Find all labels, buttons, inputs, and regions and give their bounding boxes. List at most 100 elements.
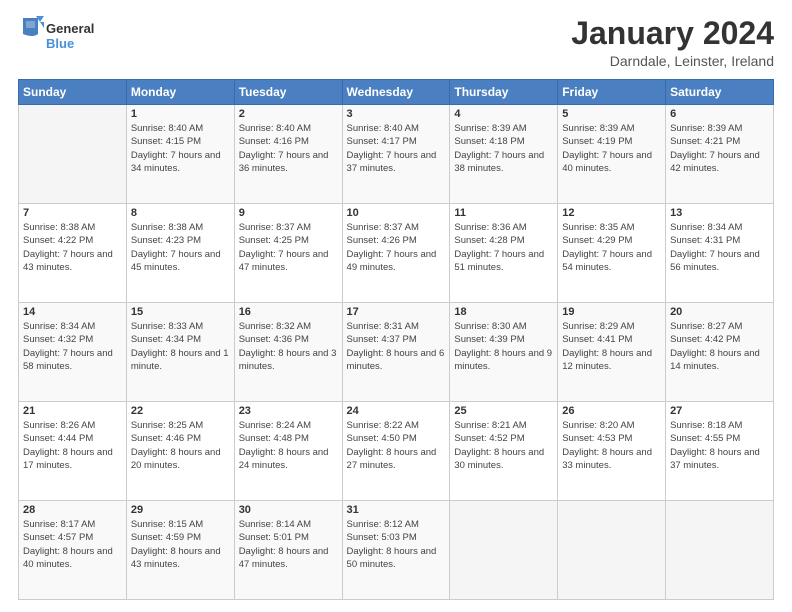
calendar-cell: 20 Sunrise: 8:27 AMSunset: 4:42 PMDaylig…	[666, 303, 774, 402]
day-number: 2	[239, 108, 338, 120]
day-number: 24	[347, 405, 446, 417]
calendar-cell: 19 Sunrise: 8:29 AMSunset: 4:41 PMDaylig…	[558, 303, 666, 402]
day-info: Sunrise: 8:21 AMSunset: 4:52 PMDaylight:…	[454, 420, 544, 471]
calendar-cell: 12 Sunrise: 8:35 AMSunset: 4:29 PMDaylig…	[558, 204, 666, 303]
calendar-table: Sunday Monday Tuesday Wednesday Thursday…	[18, 79, 774, 600]
day-number: 28	[23, 504, 122, 516]
day-number: 25	[454, 405, 553, 417]
calendar-cell: 22 Sunrise: 8:25 AMSunset: 4:46 PMDaylig…	[126, 402, 234, 501]
calendar-cell	[450, 501, 558, 600]
day-info: Sunrise: 8:37 AMSunset: 4:25 PMDaylight:…	[239, 222, 329, 273]
day-info: Sunrise: 8:37 AMSunset: 4:26 PMDaylight:…	[347, 222, 437, 273]
calendar-cell: 7 Sunrise: 8:38 AMSunset: 4:22 PMDayligh…	[19, 204, 127, 303]
calendar-cell: 15 Sunrise: 8:33 AMSunset: 4:34 PMDaylig…	[126, 303, 234, 402]
calendar-week-row: 28 Sunrise: 8:17 AMSunset: 4:57 PMDaylig…	[19, 501, 774, 600]
day-number: 22	[131, 405, 230, 417]
logo: General Blue	[18, 16, 108, 54]
day-number: 31	[347, 504, 446, 516]
header-tuesday: Tuesday	[234, 80, 342, 105]
day-number: 18	[454, 306, 553, 318]
day-info: Sunrise: 8:38 AMSunset: 4:22 PMDaylight:…	[23, 222, 113, 273]
location: Darndale, Leinster, Ireland	[571, 53, 774, 69]
calendar-cell: 26 Sunrise: 8:20 AMSunset: 4:53 PMDaylig…	[558, 402, 666, 501]
calendar-cell: 1 Sunrise: 8:40 AMSunset: 4:15 PMDayligh…	[126, 105, 234, 204]
calendar-cell: 8 Sunrise: 8:38 AMSunset: 4:23 PMDayligh…	[126, 204, 234, 303]
calendar-cell	[19, 105, 127, 204]
day-number: 6	[670, 108, 769, 120]
day-info: Sunrise: 8:33 AMSunset: 4:34 PMDaylight:…	[131, 321, 229, 372]
day-info: Sunrise: 8:20 AMSunset: 4:53 PMDaylight:…	[562, 420, 652, 471]
logo-svg: General Blue	[18, 16, 108, 54]
day-number: 15	[131, 306, 230, 318]
calendar-cell: 21 Sunrise: 8:26 AMSunset: 4:44 PMDaylig…	[19, 402, 127, 501]
day-number: 7	[23, 207, 122, 219]
day-number: 10	[347, 207, 446, 219]
day-info: Sunrise: 8:30 AMSunset: 4:39 PMDaylight:…	[454, 321, 552, 372]
calendar-cell: 9 Sunrise: 8:37 AMSunset: 4:25 PMDayligh…	[234, 204, 342, 303]
day-info: Sunrise: 8:34 AMSunset: 4:32 PMDaylight:…	[23, 321, 113, 372]
title-block: January 2024 Darndale, Leinster, Ireland	[571, 16, 774, 69]
day-info: Sunrise: 8:26 AMSunset: 4:44 PMDaylight:…	[23, 420, 113, 471]
day-info: Sunrise: 8:40 AMSunset: 4:15 PMDaylight:…	[131, 123, 221, 174]
day-number: 11	[454, 207, 553, 219]
calendar-cell: 28 Sunrise: 8:17 AMSunset: 4:57 PMDaylig…	[19, 501, 127, 600]
header-friday: Friday	[558, 80, 666, 105]
day-number: 12	[562, 207, 661, 219]
day-info: Sunrise: 8:40 AMSunset: 4:16 PMDaylight:…	[239, 123, 329, 174]
calendar-cell: 16 Sunrise: 8:32 AMSunset: 4:36 PMDaylig…	[234, 303, 342, 402]
day-info: Sunrise: 8:12 AMSunset: 5:03 PMDaylight:…	[347, 519, 437, 570]
calendar-cell: 3 Sunrise: 8:40 AMSunset: 4:17 PMDayligh…	[342, 105, 450, 204]
day-number: 5	[562, 108, 661, 120]
day-info: Sunrise: 8:15 AMSunset: 4:59 PMDaylight:…	[131, 519, 221, 570]
calendar-week-row: 1 Sunrise: 8:40 AMSunset: 4:15 PMDayligh…	[19, 105, 774, 204]
day-number: 16	[239, 306, 338, 318]
day-info: Sunrise: 8:38 AMSunset: 4:23 PMDaylight:…	[131, 222, 221, 273]
calendar-cell: 24 Sunrise: 8:22 AMSunset: 4:50 PMDaylig…	[342, 402, 450, 501]
day-number: 3	[347, 108, 446, 120]
day-info: Sunrise: 8:22 AMSunset: 4:50 PMDaylight:…	[347, 420, 437, 471]
day-number: 29	[131, 504, 230, 516]
day-info: Sunrise: 8:14 AMSunset: 5:01 PMDaylight:…	[239, 519, 329, 570]
header-monday: Monday	[126, 80, 234, 105]
day-info: Sunrise: 8:39 AMSunset: 4:21 PMDaylight:…	[670, 123, 760, 174]
day-number: 23	[239, 405, 338, 417]
day-info: Sunrise: 8:40 AMSunset: 4:17 PMDaylight:…	[347, 123, 437, 174]
day-info: Sunrise: 8:39 AMSunset: 4:19 PMDaylight:…	[562, 123, 652, 174]
header-saturday: Saturday	[666, 80, 774, 105]
header-thursday: Thursday	[450, 80, 558, 105]
day-info: Sunrise: 8:35 AMSunset: 4:29 PMDaylight:…	[562, 222, 652, 273]
day-number: 21	[23, 405, 122, 417]
calendar-cell: 11 Sunrise: 8:36 AMSunset: 4:28 PMDaylig…	[450, 204, 558, 303]
calendar-cell: 31 Sunrise: 8:12 AMSunset: 5:03 PMDaylig…	[342, 501, 450, 600]
day-number: 1	[131, 108, 230, 120]
day-number: 14	[23, 306, 122, 318]
day-info: Sunrise: 8:32 AMSunset: 4:36 PMDaylight:…	[239, 321, 337, 372]
calendar-cell: 6 Sunrise: 8:39 AMSunset: 4:21 PMDayligh…	[666, 105, 774, 204]
day-number: 27	[670, 405, 769, 417]
day-number: 4	[454, 108, 553, 120]
day-number: 19	[562, 306, 661, 318]
calendar-week-row: 21 Sunrise: 8:26 AMSunset: 4:44 PMDaylig…	[19, 402, 774, 501]
day-info: Sunrise: 8:17 AMSunset: 4:57 PMDaylight:…	[23, 519, 113, 570]
calendar-cell: 30 Sunrise: 8:14 AMSunset: 5:01 PMDaylig…	[234, 501, 342, 600]
calendar-cell: 17 Sunrise: 8:31 AMSunset: 4:37 PMDaylig…	[342, 303, 450, 402]
header-wednesday: Wednesday	[342, 80, 450, 105]
calendar-cell: 4 Sunrise: 8:39 AMSunset: 4:18 PMDayligh…	[450, 105, 558, 204]
calendar-cell: 25 Sunrise: 8:21 AMSunset: 4:52 PMDaylig…	[450, 402, 558, 501]
day-number: 13	[670, 207, 769, 219]
svg-text:Blue: Blue	[46, 36, 74, 51]
day-number: 17	[347, 306, 446, 318]
day-info: Sunrise: 8:39 AMSunset: 4:18 PMDaylight:…	[454, 123, 544, 174]
calendar-cell: 2 Sunrise: 8:40 AMSunset: 4:16 PMDayligh…	[234, 105, 342, 204]
day-number: 30	[239, 504, 338, 516]
day-number: 8	[131, 207, 230, 219]
calendar-cell: 5 Sunrise: 8:39 AMSunset: 4:19 PMDayligh…	[558, 105, 666, 204]
day-info: Sunrise: 8:24 AMSunset: 4:48 PMDaylight:…	[239, 420, 329, 471]
calendar-cell: 18 Sunrise: 8:30 AMSunset: 4:39 PMDaylig…	[450, 303, 558, 402]
day-info: Sunrise: 8:31 AMSunset: 4:37 PMDaylight:…	[347, 321, 445, 372]
day-number: 20	[670, 306, 769, 318]
day-info: Sunrise: 8:27 AMSunset: 4:42 PMDaylight:…	[670, 321, 760, 372]
day-info: Sunrise: 8:34 AMSunset: 4:31 PMDaylight:…	[670, 222, 760, 273]
header-sunday: Sunday	[19, 80, 127, 105]
month-title: January 2024	[571, 16, 774, 51]
